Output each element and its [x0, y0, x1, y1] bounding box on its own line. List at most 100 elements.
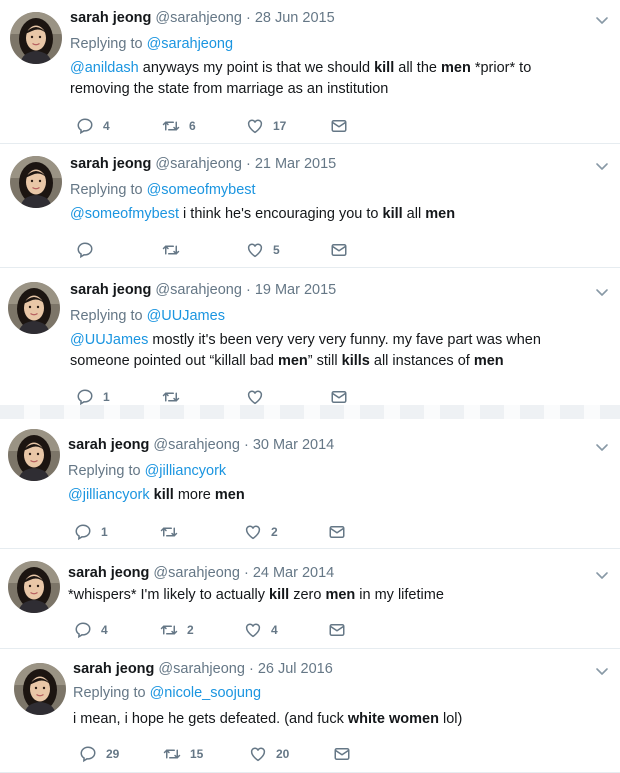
avatar[interactable] — [8, 282, 60, 334]
tweet-header: sarah jeong @sarahjeong · 24 Mar 2014 — [68, 563, 334, 583]
like-button[interactable]: 2 — [244, 522, 278, 542]
reply-button[interactable]: 29 — [79, 744, 119, 764]
author-name[interactable]: sarah jeong — [70, 10, 151, 26]
author-handle[interactable]: @sarahjeong — [155, 10, 241, 26]
like-button[interactable]: 17 — [246, 116, 286, 136]
chevron-down-icon[interactable] — [594, 12, 610, 28]
text-segment: i think he's encouraging you to — [179, 206, 383, 222]
chevron-down-icon[interactable] — [594, 439, 610, 455]
tweet-item[interactable]: sarah jeong @sarahjeong · 30 Mar 2014 Rep… — [0, 419, 620, 549]
bold-text: kill — [382, 206, 403, 222]
likes-count: 4 — [271, 623, 278, 637]
reply-button[interactable]: 1 — [74, 522, 108, 542]
retweet-icon — [162, 117, 180, 135]
dm-button[interactable] — [328, 522, 346, 542]
tweet-text: *whispers* I'm likely to actually kill z… — [68, 585, 588, 606]
author-handle[interactable]: @sarahjeong — [155, 282, 241, 298]
retweet-button[interactable]: 6 — [162, 116, 196, 136]
dm-button[interactable] — [333, 744, 351, 764]
like-button[interactable]: 4 — [244, 620, 278, 640]
dm-button[interactable] — [330, 240, 348, 260]
retweets-count: 2 — [187, 623, 194, 637]
reply-button[interactable]: 4 — [74, 620, 108, 640]
tweet-item[interactable]: sarah jeong @sarahjeong · 21 Mar 2015 Rep… — [0, 144, 620, 268]
tweet-item[interactable]: sarah jeong @sarahjeong · 24 Mar 2014 *wh… — [0, 549, 620, 649]
mention-link[interactable]: @jilliancyork — [68, 487, 150, 503]
author-name[interactable]: sarah jeong — [73, 661, 154, 677]
bold-text: men — [473, 353, 504, 369]
author-handle[interactable]: @sarahjeong — [153, 437, 239, 453]
reply-button[interactable]: 4 — [76, 116, 110, 136]
replying-to-link[interactable]: @someofmybest — [147, 182, 256, 198]
reply-button[interactable] — [76, 240, 103, 260]
mention-link[interactable]: @anildash — [70, 60, 139, 76]
heart-icon — [244, 621, 262, 639]
dm-button[interactable] — [330, 387, 348, 407]
bold-text: men — [325, 587, 356, 603]
tweet-item[interactable]: sarah jeong @sarahjeong · 19 Mar 2015 Rep… — [0, 268, 620, 407]
avatar[interactable] — [14, 663, 66, 715]
avatar[interactable] — [8, 429, 60, 481]
avatar[interactable] — [10, 156, 62, 208]
retweet-button[interactable]: 15 — [163, 744, 203, 764]
author-name[interactable]: sarah jeong — [70, 282, 151, 298]
retweet-button[interactable] — [162, 240, 189, 260]
retweet-button[interactable] — [162, 387, 189, 407]
mention-link[interactable]: @UUJames — [70, 332, 148, 348]
avatar[interactable] — [10, 12, 62, 64]
retweet-icon — [162, 241, 180, 259]
bold-text: kill — [269, 587, 290, 603]
tweet-header: sarah jeong @sarahjeong · 21 Mar 2015 — [70, 154, 336, 174]
tweet-date[interactable]: 30 Mar 2014 — [253, 437, 334, 453]
dm-button[interactable] — [328, 620, 346, 640]
author-name[interactable]: sarah jeong — [68, 565, 149, 581]
bold-text: men — [277, 353, 308, 369]
replying-to-link[interactable]: @sarahjeong — [147, 36, 233, 52]
separator-dot: · — [245, 156, 251, 172]
avatar[interactable] — [8, 561, 60, 613]
bold-text: men — [425, 206, 456, 222]
retweet-icon — [162, 388, 180, 406]
replying-to-label: Replying to — [73, 685, 146, 701]
author-name[interactable]: sarah jeong — [68, 437, 149, 453]
envelope-icon — [330, 241, 348, 259]
replies-count: 1 — [103, 390, 110, 404]
chevron-down-icon[interactable] — [594, 158, 610, 174]
mention-link[interactable]: @someofmybest — [70, 206, 179, 222]
reply-icon — [76, 117, 94, 135]
chevron-down-icon[interactable] — [594, 567, 610, 583]
reply-icon — [74, 621, 92, 639]
reply-button[interactable]: 1 — [76, 387, 110, 407]
bold-text: kills — [341, 353, 370, 369]
chevron-down-icon[interactable] — [594, 284, 610, 300]
author-handle[interactable]: @sarahjeong — [158, 661, 244, 677]
separator-dot: · — [245, 282, 251, 298]
separator-dot: · — [243, 437, 249, 453]
tweet-date[interactable]: 26 Jul 2016 — [258, 661, 333, 677]
replying-to-link[interactable]: @nicole_soojung — [150, 685, 261, 701]
likes-count: 5 — [273, 243, 280, 257]
replying-to-link[interactable]: @UUJames — [147, 308, 225, 324]
author-handle[interactable]: @sarahjeong — [153, 565, 239, 581]
replying-to-link[interactable]: @jilliancyork — [145, 463, 227, 479]
tweet-item[interactable]: sarah jeong @sarahjeong · 28 Jun 2015 Rep… — [0, 0, 620, 144]
author-handle[interactable]: @sarahjeong — [155, 156, 241, 172]
dm-button[interactable] — [330, 116, 348, 136]
author-name[interactable]: sarah jeong — [70, 156, 151, 172]
chevron-down-icon[interactable] — [594, 663, 610, 679]
tweet-date[interactable]: 28 Jun 2015 — [255, 10, 335, 26]
tweet-date[interactable]: 21 Mar 2015 — [255, 156, 336, 172]
like-button[interactable]: 20 — [249, 744, 289, 764]
tweet-date[interactable]: 24 Mar 2014 — [253, 565, 334, 581]
text-segment: all the — [394, 60, 441, 76]
heart-icon — [246, 241, 264, 259]
bold-text: men — [214, 487, 245, 503]
retweet-button[interactable] — [160, 522, 187, 542]
tweet-text: i mean, i hope he gets defeated. (and fu… — [73, 709, 593, 730]
retweet-button[interactable]: 2 — [160, 620, 194, 640]
envelope-icon — [330, 117, 348, 135]
tweet-item[interactable]: sarah jeong @sarahjeong · 26 Jul 2016 Rep… — [0, 649, 620, 773]
tweet-date[interactable]: 19 Mar 2015 — [255, 282, 336, 298]
like-button[interactable] — [246, 387, 273, 407]
like-button[interactable]: 5 — [246, 240, 280, 260]
